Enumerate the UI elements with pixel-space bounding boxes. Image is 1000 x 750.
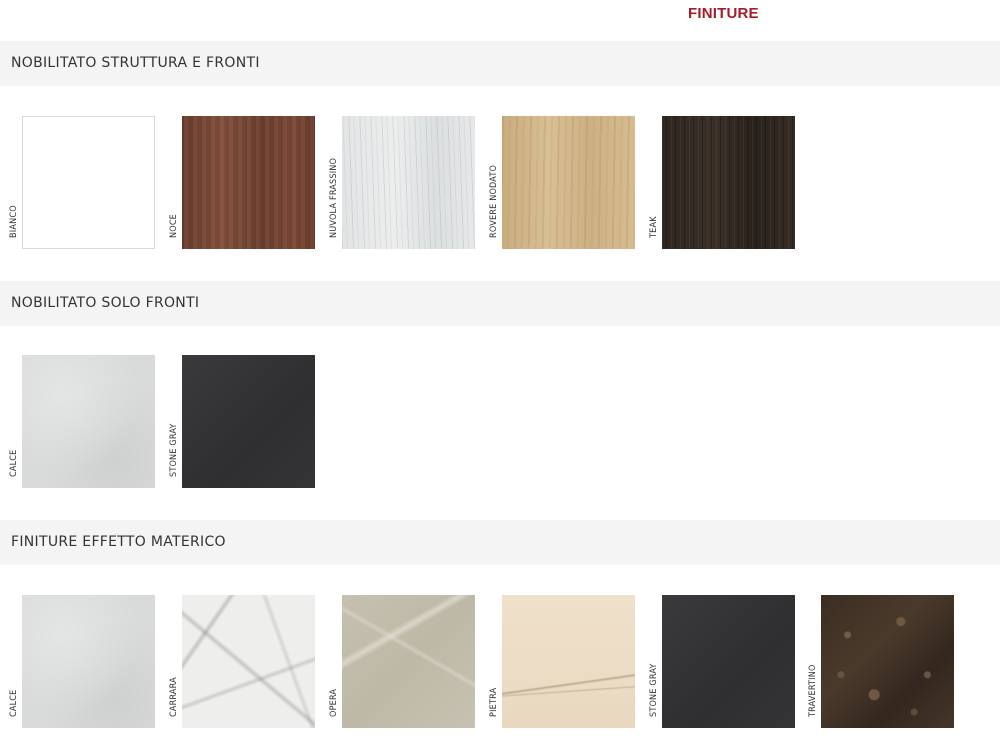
swatch-stone-gray[interactable]: STONE GRAY — [160, 355, 320, 489]
swatch-noce[interactable]: NOCE — [160, 116, 320, 250]
swatch-tile[interactable] — [502, 595, 635, 728]
swatch-label: NUVOLA FRASSINO — [329, 157, 339, 238]
swatch-tile[interactable] — [22, 595, 155, 728]
swatch-label: STONE GRAY — [169, 423, 179, 477]
swatch-tile[interactable] — [502, 116, 635, 249]
swatch-tile[interactable] — [182, 116, 315, 249]
swatch-pietra[interactable]: PIETRA — [480, 595, 640, 729]
swatch-label: TRAVERTINO — [808, 664, 818, 717]
swatch-tile[interactable] — [342, 595, 475, 728]
swatch-teak[interactable]: TEAK — [640, 116, 800, 250]
swatch-tile[interactable] — [182, 355, 315, 488]
swatch-tile[interactable] — [22, 355, 155, 488]
swatch-row-materico: CALCE CARRARA OPERA PIETRA STONE GRAY TR… — [0, 595, 1000, 729]
swatch-carrara[interactable]: CARRARA — [160, 595, 320, 729]
swatch-label: CALCE — [9, 449, 19, 477]
section-header-solo-fronti: NOBILITATO SOLO FRONTI — [0, 281, 1000, 326]
swatch-tile[interactable] — [182, 595, 315, 728]
swatch-calce[interactable]: CALCE — [0, 595, 160, 729]
swatch-opera[interactable]: OPERA — [320, 595, 480, 729]
swatch-label: TEAK — [649, 216, 659, 238]
swatch-label: PIETRA — [489, 687, 499, 717]
swatch-label: OPERA — [329, 688, 339, 717]
swatch-row-solo-fronti: CALCE STONE GRAY — [0, 355, 1000, 489]
swatch-calce[interactable]: CALCE — [0, 355, 160, 489]
swatch-nuvola-frassino[interactable]: NUVOLA FRASSINO — [320, 116, 480, 250]
swatch-label: BIANCO — [9, 205, 19, 238]
swatch-tile[interactable] — [342, 116, 475, 249]
swatch-tile[interactable] — [22, 116, 155, 249]
section-header-struttura: NOBILITATO STRUTTURA E FRONTI — [0, 41, 1000, 86]
swatch-label: ROVERE NODATO — [489, 164, 499, 238]
swatch-rovere-nodato[interactable]: ROVERE NODATO — [480, 116, 640, 250]
swatch-tile[interactable] — [662, 116, 795, 249]
swatch-label: CALCE — [9, 689, 19, 717]
swatch-tile[interactable] — [662, 595, 795, 728]
swatch-tile[interactable] — [821, 595, 954, 728]
swatch-bianco[interactable]: BIANCO — [0, 116, 160, 250]
page-title: FINITURE — [688, 5, 759, 22]
swatch-label: NOCE — [169, 214, 179, 238]
swatch-label: STONE GRAY — [649, 663, 659, 717]
swatch-row-struttura: BIANCO NOCE NUVOLA FRASSINO ROVERE NODAT… — [0, 116, 1000, 250]
section-header-materico: FINITURE EFFETTO MATERICO — [0, 520, 1000, 565]
swatch-label: CARRARA — [169, 677, 179, 717]
swatch-travertino[interactable]: TRAVERTINO — [799, 595, 959, 729]
section-title: FINITURE EFFETTO MATERICO — [11, 534, 226, 550]
section-title: NOBILITATO STRUTTURA E FRONTI — [11, 55, 260, 71]
swatch-stone-gray[interactable]: STONE GRAY — [640, 595, 800, 729]
section-title: NOBILITATO SOLO FRONTI — [11, 295, 200, 311]
